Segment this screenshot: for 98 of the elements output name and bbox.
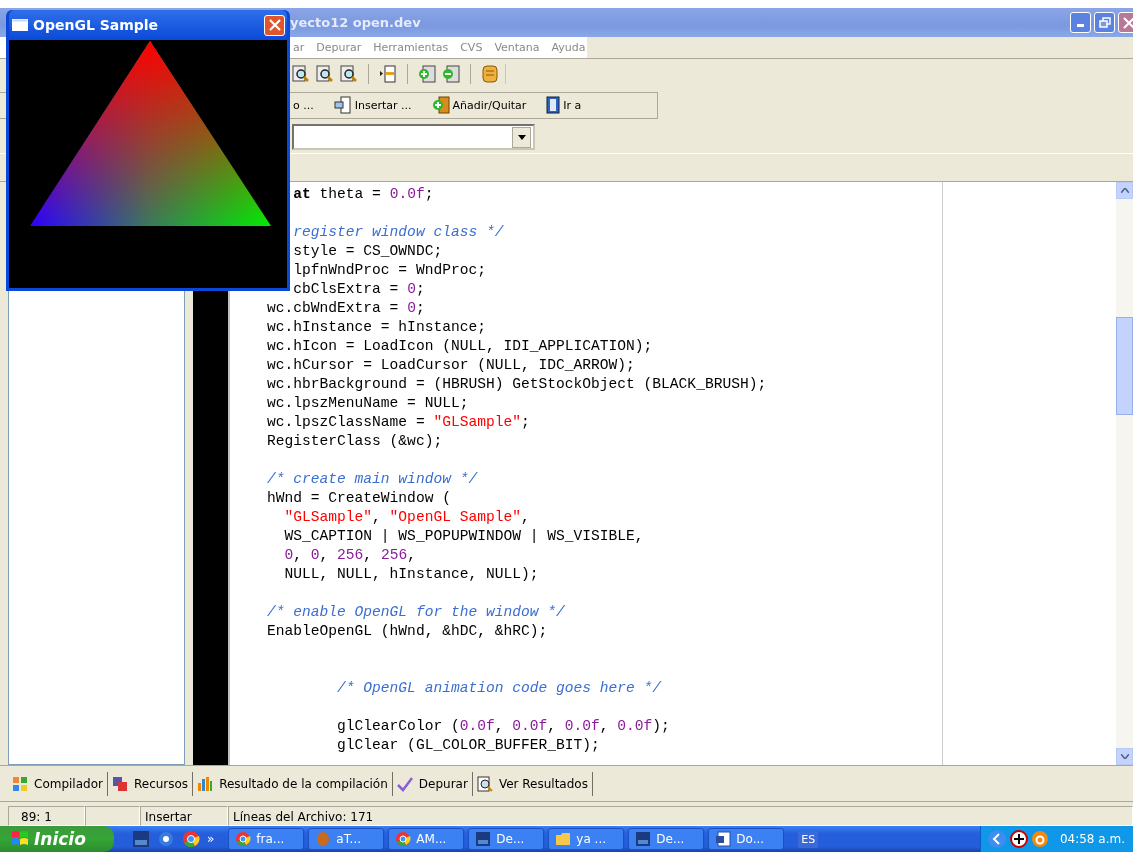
glove-icon <box>315 831 332 847</box>
plus-circle-icon[interactable] <box>1009 830 1028 848</box>
browser-icon <box>395 831 412 847</box>
code-line: register window class */ <box>292 223 505 242</box>
code-line: style = CS_OWNDC; <box>292 242 444 261</box>
add-icon <box>431 96 450 114</box>
tab[interactable]: Recursos <box>107 771 194 796</box>
vertical-scrollbar[interactable] <box>1116 182 1133 765</box>
restore-icon <box>1098 16 1111 29</box>
magnifier-document-icon[interactable] <box>340 65 358 83</box>
folder-icon <box>555 831 572 847</box>
insert-document-icon <box>333 96 352 114</box>
status-position: 89: 1 <box>8 805 85 826</box>
window-title: OpenGL Sample <box>33 17 160 33</box>
ide-icon[interactable] <box>132 830 150 848</box>
status-lines: Líneas del Archivo: 171 <box>228 805 1133 826</box>
language-indicator[interactable]: ES <box>798 830 819 848</box>
taskbar-button[interactable]: De... <box>468 828 545 850</box>
menu-item[interactable]: CVS <box>460 41 483 54</box>
dropdown-field[interactable] <box>292 124 535 150</box>
code-line: wc.lpszClassName = "GLSample"; <box>267 413 531 432</box>
status-panel <box>85 805 140 826</box>
taskbar-button[interactable]: aT... <box>308 828 385 850</box>
code-line: NULL, NULL, hInstance, NULL); <box>283 565 540 584</box>
start-button[interactable]: Inicio <box>0 826 114 852</box>
indent-bars-icon[interactable] <box>379 65 397 83</box>
code-line: RegisterClass (&wc); <box>267 432 444 451</box>
code-line: wc.hIcon = LoadIcon (NULL, IDI_APPLICATION); <box>267 337 654 356</box>
scrollbar-thumb[interactable] <box>1116 317 1133 415</box>
arrow-down-icon <box>1120 754 1129 759</box>
caret-down-icon <box>517 134 526 140</box>
bar-chart-icon <box>197 775 214 792</box>
tab[interactable]: Ver Resultados <box>472 771 593 796</box>
window-title: yecto12 open.dev <box>290 15 422 30</box>
remove-file-icon[interactable] <box>442 65 460 83</box>
close-icon <box>268 19 281 31</box>
menu-item[interactable]: Ayuda <box>551 41 586 54</box>
more-chevron[interactable]: » <box>207 832 215 846</box>
browser-icon <box>235 831 252 847</box>
code-line: WS_CAPTION | WS_POPUPWINDOW | WS_VISIBLE, <box>283 527 645 546</box>
code-line: wc.hInstance = hInstance; <box>267 318 487 337</box>
overlapping-squares-icon <box>111 775 128 792</box>
code-line: wc.lpszMenuName = NULL; <box>267 394 470 413</box>
code-line: "GLSample", "OpenGL Sample", <box>283 508 531 527</box>
code-line: wc.hbrBackground = (HBRUSH) GetStockObject (BLACK_BRUSH); <box>267 375 768 394</box>
arrow-up-icon <box>1120 188 1129 193</box>
tab[interactable]: Resultado de la compilación <box>193 771 393 796</box>
menu-item[interactable]: Depurar <box>316 41 362 54</box>
taskbar-button[interactable]: AM... <box>388 828 465 850</box>
ide-icon <box>635 831 652 847</box>
code-line: /* enable OpenGL for the window */ <box>267 603 566 622</box>
code-line: /* OpenGL animation code goes here */ <box>336 679 663 698</box>
code-line: wc.hCursor = LoadCursor (NULL, IDC_ARROW); <box>267 356 636 375</box>
taskbar-button[interactable]: fra... <box>228 828 305 850</box>
code-line: lpfnWndProc = WndProc; <box>292 261 487 280</box>
menu-item[interactable]: Ventana <box>494 41 540 54</box>
close-button[interactable] <box>264 14 285 36</box>
taskbar-button[interactable]: ya ... <box>548 828 625 850</box>
taskbar-button[interactable]: Do... <box>708 828 785 850</box>
add-file-icon[interactable] <box>418 65 436 83</box>
close-icon <box>1122 16 1133 29</box>
document-icon <box>715 831 732 847</box>
browser-e-icon[interactable] <box>157 830 175 848</box>
magnifier-document-icon <box>476 775 493 792</box>
close-button[interactable] <box>1118 12 1133 33</box>
code-line: wc.cbWndExtra = 0; <box>267 299 426 318</box>
window-icon <box>12 19 28 31</box>
code-line: at theta = 0.0f; <box>292 185 435 204</box>
toolbar-button[interactable]: Añadir/Quitar <box>431 96 527 114</box>
checkmark-icon <box>396 775 413 792</box>
magnifier-document-icon[interactable] <box>316 65 334 83</box>
tab[interactable]: Compilador <box>8 771 108 796</box>
code-line: hWnd = CreateWindow ( <box>267 489 452 508</box>
toolbar-button[interactable]: Insertar ... <box>333 96 412 114</box>
clock: 04:58 a.m. <box>1059 832 1125 846</box>
status-mode: Insertar <box>140 805 228 826</box>
database-icon[interactable] <box>481 65 499 83</box>
windows-flag-icon <box>10 830 30 848</box>
magnifier-document-icon[interactable] <box>292 65 310 83</box>
code-line: cbClsExtra = 0; <box>292 280 426 299</box>
code-line: glClear (GL_COLOR_BUFFER_BIT); <box>336 736 601 755</box>
restore-button[interactable] <box>1094 12 1115 33</box>
ide-icon <box>475 831 492 847</box>
taskbar-button[interactable]: De... <box>628 828 705 850</box>
menu-item[interactable]: ar <box>293 41 305 54</box>
minimize-button[interactable] <box>1070 12 1091 33</box>
minimize-icon <box>1077 24 1084 27</box>
bookmark-icon <box>546 96 561 114</box>
code-line: /* create main window */ <box>267 470 479 489</box>
toolbar-button[interactable]: o ... <box>293 98 314 112</box>
tab[interactable]: Depurar <box>392 771 473 796</box>
menu-item[interactable]: Herramientas <box>373 41 449 54</box>
code-line: EnableOpenGL (hWnd, &hDC, &hRC); <box>267 622 549 641</box>
chrome-icon[interactable] <box>182 830 200 848</box>
code-line: 0, 0, 256, 256, <box>283 546 417 565</box>
grid-squares-icon <box>12 775 28 792</box>
code-line: glClearColor (0.0f, 0.0f, 0.0f, 0.0f); <box>336 717 671 736</box>
toolbar-button[interactable]: Ir a <box>546 96 582 114</box>
